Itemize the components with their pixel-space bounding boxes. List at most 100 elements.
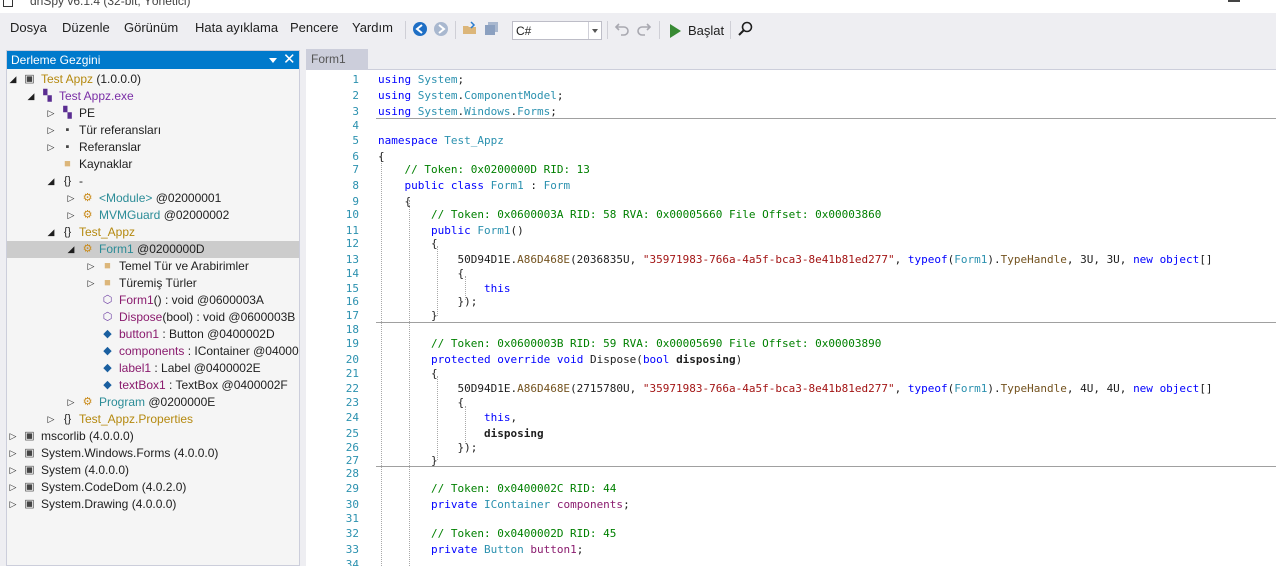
tree-node[interactable]: ◆ components : IContainer @040000 (7, 343, 299, 360)
language-select[interactable]: C# (512, 21, 602, 40)
tree-node[interactable]: ▷ ■ Türemiş Türler (7, 275, 299, 292)
expand-icon[interactable]: ▷ (67, 209, 75, 222)
node-token: @02000001 (152, 191, 222, 205)
tree-node[interactable]: ▷ ▣ System.CodeDom (4.0.2.0) (7, 479, 299, 496)
toolbar-separator (659, 21, 660, 39)
tree-node-label: components : IContainer @040000 (119, 344, 299, 358)
tab-form1[interactable]: Form1 (306, 49, 368, 69)
tree-node[interactable]: ◢ ▣ Test Appz (1.0.0.0) (7, 71, 299, 88)
tree-node-label: button1 : Button @0400002D (119, 327, 275, 341)
line-number: 21 (345, 367, 359, 380)
tree-node-label: Test_Appz.Properties (79, 412, 193, 426)
save-all-icon[interactable] (484, 21, 500, 37)
tree-node[interactable]: ▷ ▣ System.Windows.Forms (4.0.0.0) (7, 445, 299, 462)
tree-node[interactable]: ▷ ⚙ MVMGuard @02000002 (7, 207, 299, 224)
collapse-icon[interactable]: ◢ (27, 90, 35, 103)
code-line: 50D94D1E.A86D468E(2715780U, "35971983-76… (378, 382, 1213, 395)
tree-node-label: label1 : Label @0400002E (119, 361, 261, 375)
node-name: Dispose (119, 310, 163, 324)
expand-icon[interactable]: ▷ (47, 141, 55, 154)
collapse-icon[interactable]: ◢ (67, 243, 75, 256)
tree-node[interactable]: ◢ ▚ Test Appz.exe (7, 88, 299, 105)
expand-icon[interactable]: ▷ (9, 447, 17, 460)
expand-icon[interactable]: ▷ (9, 498, 17, 511)
tree-node[interactable]: ◆ textBox1 : TextBox @0400002F (7, 377, 299, 394)
tree-node[interactable]: ⬡ Form1() : void @0600003A (7, 292, 299, 309)
node-token: (4.0.0.0) (170, 446, 219, 460)
menu-debug[interactable]: Hata ayıklama (195, 20, 278, 35)
chevron-down-icon[interactable] (588, 22, 601, 39)
tree-node[interactable]: ◢ ⚙ Form1 @0200000D (7, 241, 299, 258)
node-name: System.Windows.Forms (41, 446, 171, 460)
tree-node[interactable]: ■ Kaynaklar (7, 156, 299, 173)
tree-node-label: Test Appz.exe (59, 89, 134, 103)
menu-edit[interactable]: Düzenle (62, 20, 110, 35)
node-name: - (79, 174, 83, 188)
expand-icon[interactable]: ▷ (47, 413, 55, 426)
node-signature: : Label (151, 361, 191, 375)
tree-node[interactable]: ▷ ⚙ <Module> @02000001 (7, 190, 299, 207)
collapse-icon[interactable]: ◢ (47, 175, 55, 188)
menu-file[interactable]: Dosya (10, 20, 47, 35)
tree-node[interactable]: ▷ ▪ Referanslar (7, 139, 299, 156)
node-name: Test_Appz.Properties (79, 412, 194, 426)
code-line: // Token: 0x0200000D RID: 13 (404, 163, 590, 176)
tree-node[interactable]: ⬡ Dispose(bool) : void @0600003B (7, 309, 299, 326)
close-icon[interactable]: ✕ (283, 51, 296, 68)
dropdown-icon[interactable] (269, 58, 277, 63)
line-number: 9 (352, 195, 359, 208)
class-icon: ⚙ (82, 192, 93, 204)
line-number: 16 (345, 295, 359, 308)
tree-node[interactable]: ◆ button1 : Button @0400002D (7, 326, 299, 343)
tree-node-label: - (79, 174, 83, 188)
tree-node[interactable]: ▷ ▣ System.Drawing (4.0.0.0) (7, 496, 299, 513)
expand-icon[interactable]: ▷ (47, 124, 55, 137)
node-name: Form1 (119, 293, 154, 307)
code-line: // Token: 0x0400002C RID: 44 (430, 482, 617, 495)
menu-help[interactable]: Yardım (352, 20, 393, 35)
expand-icon[interactable]: ▷ (9, 464, 17, 477)
expand-icon[interactable]: ▷ (87, 260, 95, 273)
tree-node[interactable]: ▷ ■ Temel Tür ve Arabirimler (7, 258, 299, 275)
tree-node-label: Form1 @0200000D (99, 242, 205, 256)
code-line: private IContainer components; (430, 498, 630, 511)
expand-icon[interactable]: ▷ (67, 192, 75, 205)
line-number: 19 (345, 337, 359, 350)
line-number: 26 (345, 441, 359, 454)
menu-window[interactable]: Pencere (290, 20, 338, 35)
redo-icon[interactable] (636, 21, 652, 37)
expand-icon[interactable]: ▷ (67, 396, 75, 409)
line-number-gutter: 1 2 3 4 5 6 7 8 9 10 11 12 13 14 15 16 17 18 19 20 21 22 23 24 2… (306, 70, 366, 566)
back-arrow-icon[interactable] (412, 21, 428, 37)
collapse-icon[interactable]: ◢ (9, 73, 17, 86)
tree-node[interactable]: ◢ {} - (7, 173, 299, 190)
expand-icon[interactable]: ▷ (87, 277, 95, 290)
node-name: System.Drawing (41, 497, 129, 511)
menu-view[interactable]: Görünüm (124, 20, 178, 35)
tree-node[interactable]: ▷ ▣ mscorlib (4.0.0.0) (7, 428, 299, 445)
tree-node[interactable]: ▷ ⚙ Program @0200000E (7, 394, 299, 411)
minimize-icon[interactable] (1228, 0, 1240, 2)
tree-node[interactable]: ◢ {} Test_Appz (7, 224, 299, 241)
tree-node[interactable]: ▷ ▚ PE (7, 105, 299, 122)
play-icon[interactable] (667, 23, 683, 39)
tree-node-label: Dispose(bool) : void @0600003B (119, 310, 295, 324)
node-name: Türemiş Türler (119, 276, 197, 290)
tree-node[interactable]: ▷ ▣ System (4.0.0.0) (7, 462, 299, 479)
node-name: Test_Appz (79, 225, 136, 239)
search-icon[interactable] (738, 21, 754, 37)
undo-icon[interactable] (614, 21, 630, 37)
start-button[interactable]: Başlat (688, 23, 724, 38)
expand-icon[interactable]: ▷ (9, 481, 17, 494)
code-editor[interactable]: 1 2 3 4 5 6 7 8 9 10 11 12 13 14 15 16 17 18 19 20 21 22 23 24 2… (306, 70, 1276, 566)
expand-icon[interactable]: ▷ (47, 107, 55, 120)
tree-node[interactable]: ◆ label1 : Label @0400002E (7, 360, 299, 377)
tree-node[interactable]: ▷ ▪ Tür referansları (7, 122, 299, 139)
forward-arrow-icon[interactable] (433, 21, 449, 37)
toolbar-separator (607, 21, 608, 39)
open-folder-icon[interactable] (462, 21, 478, 37)
expand-icon[interactable]: ▷ (9, 430, 17, 443)
collapse-icon[interactable]: ◢ (47, 226, 55, 239)
line-number: 32 (345, 527, 359, 540)
tree-node[interactable]: ▷ {} Test_Appz.Properties (7, 411, 299, 428)
